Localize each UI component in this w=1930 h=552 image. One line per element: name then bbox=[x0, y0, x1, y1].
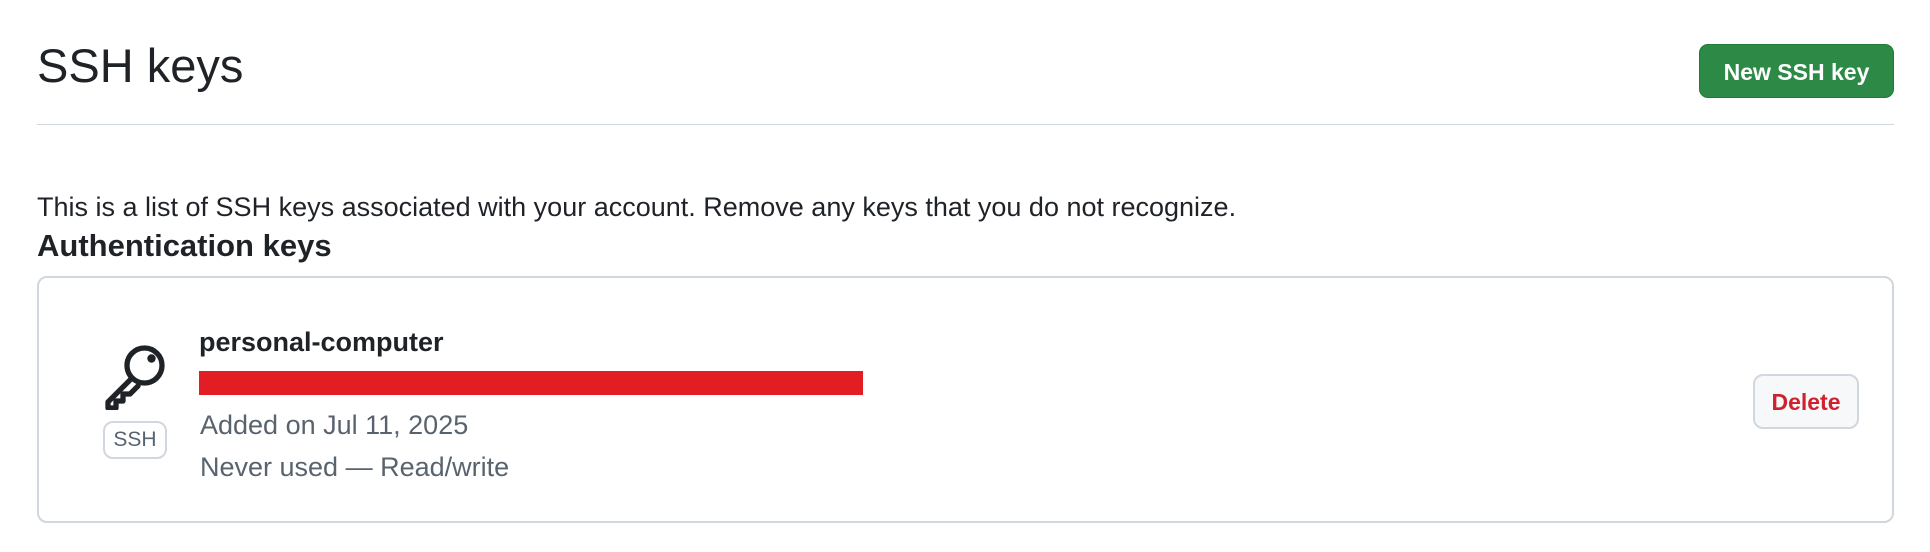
ssh-key-title: personal-computer bbox=[199, 327, 444, 357]
ssh-key-row: SSH personal-computer Added on Jul 11, 2… bbox=[39, 278, 1892, 521]
page-header: SSH keys New SSH key bbox=[37, 0, 1894, 125]
authentication-keys-heading: Authentication keys bbox=[37, 228, 332, 263]
redacted-fingerprint-bar bbox=[199, 371, 863, 395]
page-title: SSH keys bbox=[37, 39, 244, 92]
authentication-key-list: SSH personal-computer Added on Jul 11, 2… bbox=[37, 276, 1894, 523]
ssh-keys-description: This is a list of SSH keys associated wi… bbox=[37, 192, 1237, 222]
new-ssh-key-button[interactable]: New SSH key bbox=[1699, 44, 1894, 98]
ssh-key-added-date: Added on Jul 11, 2025 bbox=[200, 410, 469, 440]
ssh-key-usage-access: Never used — Read/write bbox=[200, 452, 510, 482]
ssh-keys-page: SSH keys New SSH key This is a list of S… bbox=[37, 0, 1894, 523]
key-icon bbox=[101, 340, 171, 410]
delete-ssh-key-button[interactable]: Delete bbox=[1753, 374, 1859, 429]
ssh-type-badge: SSH bbox=[103, 421, 167, 459]
